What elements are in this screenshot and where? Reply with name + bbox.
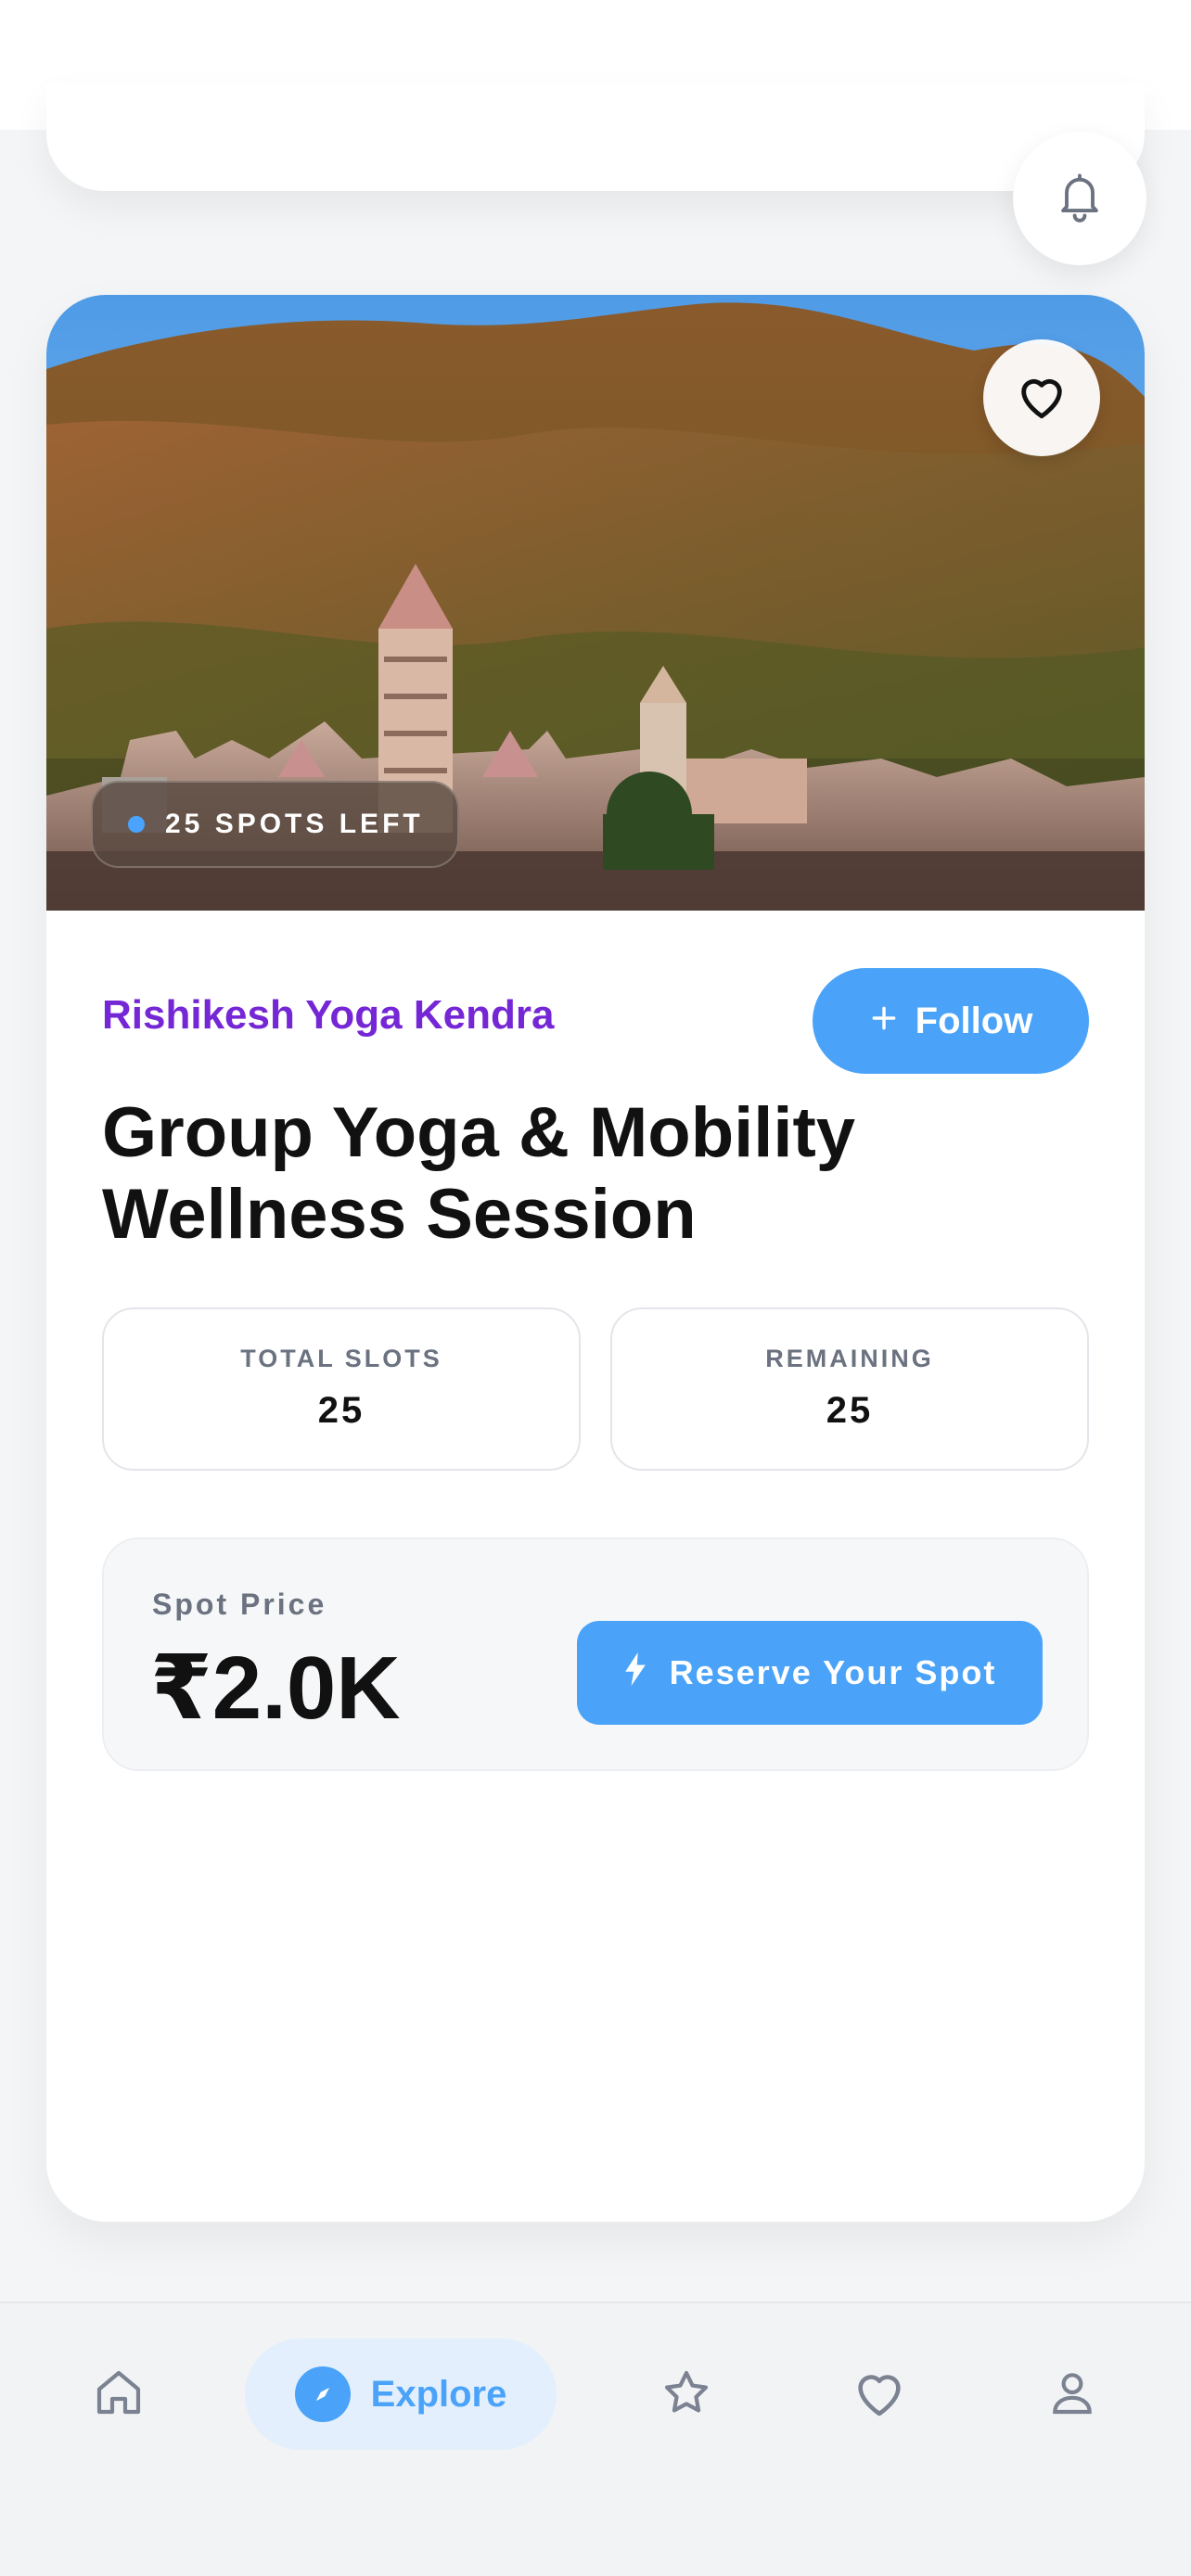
stat-label: TOTAL SLOTS [240, 1345, 442, 1372]
reserve-spot-button[interactable]: Reserve Your Spot [577, 1621, 1043, 1725]
event-title-line-2: Wellness Session [102, 1175, 697, 1254]
price-label: Spot Price [152, 1588, 327, 1621]
notifications-button[interactable] [1013, 132, 1146, 265]
user-icon [1046, 2366, 1098, 2423]
follow-label: Follow [915, 1000, 1033, 1041]
bottom-nav: Explore [0, 2302, 1191, 2576]
spots-left-badge: 25 SPOTS LEFT [91, 781, 459, 868]
nav-explore[interactable]: Explore [245, 2339, 557, 2450]
total-slots-stat: TOTAL SLOTS 25 [102, 1307, 581, 1471]
follow-button[interactable]: Follow [813, 968, 1089, 1074]
reserve-label: Reserve Your Spot [669, 1653, 997, 1691]
event-title: Group Yoga & Mobility Wellness Session [102, 1092, 1095, 1256]
star-icon [660, 2366, 713, 2423]
header-card [46, 83, 1145, 191]
stat-label: REMAINING [765, 1345, 934, 1372]
status-dot [128, 816, 145, 833]
event-card[interactable]: 25 SPOTS LEFT Rishikesh Yoga Kendra Foll… [46, 295, 1145, 2222]
heart-icon [1015, 371, 1069, 426]
favorite-button[interactable] [983, 339, 1100, 456]
remaining-stat: REMAINING 25 [610, 1307, 1089, 1471]
price-value: ₹2.0K [150, 1639, 401, 1738]
stat-value: 25 [826, 1390, 874, 1431]
event-title-line-1: Group Yoga & Mobility [102, 1093, 856, 1172]
nav-likes[interactable] [824, 2339, 935, 2450]
nav-home[interactable] [63, 2339, 174, 2450]
stat-value: 25 [317, 1390, 365, 1431]
plus-icon [869, 1001, 899, 1042]
heart-icon [851, 2366, 908, 2423]
home-icon [92, 2366, 146, 2423]
app-screen: 25 SPOTS LEFT Rishikesh Yoga Kendra Foll… [0, 0, 1191, 2576]
nav-favorites[interactable] [631, 2339, 742, 2450]
spots-left-text: 25 SPOTS LEFT [165, 809, 424, 839]
organizer-name[interactable]: Rishikesh Yoga Kendra [102, 992, 554, 1039]
compass-icon [294, 2366, 351, 2422]
nav-profile[interactable] [1017, 2339, 1128, 2450]
lightning-icon [623, 1651, 647, 1694]
nav-explore-label: Explore [370, 2373, 507, 2415]
bell-icon [1056, 171, 1104, 227]
price-panel: Spot Price ₹2.0K Reserve Your Spot [102, 1537, 1089, 1771]
